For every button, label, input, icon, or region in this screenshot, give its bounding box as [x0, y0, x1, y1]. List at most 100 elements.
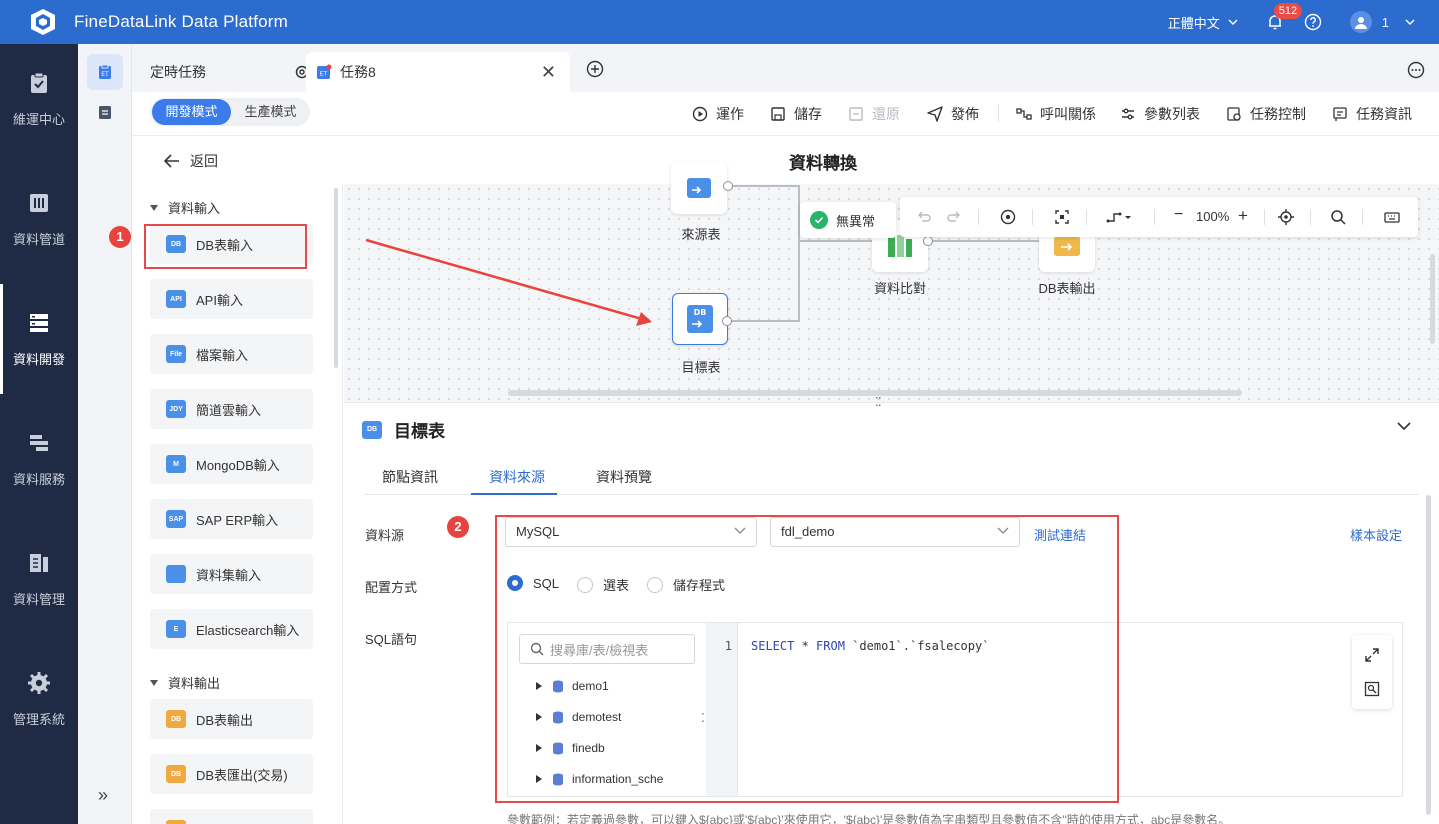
sample-settings-link[interactable]: 樣本設定: [1350, 525, 1402, 544]
nav-system-admin[interactable]: 管理系統: [0, 644, 78, 754]
tab-task8[interactable]: ET 任務8 ✕: [306, 52, 570, 92]
tab-scheduled-task[interactable]: 定時任務: [150, 52, 320, 92]
nav-ops-center[interactable]: 維運中心: [0, 44, 78, 154]
zoom-in-icon[interactable]: +: [1238, 206, 1248, 226]
zoom-out-icon[interactable]: −: [1174, 206, 1183, 224]
tab-node-info[interactable]: 節點資訊: [382, 467, 438, 487]
run-button[interactable]: 運作: [692, 104, 744, 124]
node-output-port[interactable]: [722, 316, 732, 326]
nav-data-service[interactable]: 資料服務: [0, 404, 78, 514]
user-avatar[interactable]: [1349, 11, 1372, 33]
node-output-port[interactable]: [923, 236, 933, 246]
language-selector[interactable]: 正體中文: [1168, 13, 1220, 32]
resize-handle-icon[interactable]: ⁚⁚: [875, 395, 882, 409]
nav-data-dev[interactable]: 資料開發: [0, 284, 78, 394]
tab-label: 定時任務: [150, 64, 206, 80]
node-source-table[interactable]: [671, 162, 727, 214]
caret-down-icon: [150, 679, 158, 686]
user-menu-chevron-icon[interactable]: [1405, 17, 1415, 27]
palette-item-label: 資料集輸入: [196, 567, 262, 583]
tab-data-source[interactable]: 資料來源: [489, 467, 545, 487]
chevron-down-icon[interactable]: [1228, 17, 1238, 27]
palette-api-input[interactable]: API API輸入: [150, 279, 313, 319]
notification-bell[interactable]: 512: [1266, 3, 1303, 31]
input-group-header[interactable]: 資料輸入: [150, 198, 220, 217]
search-icon[interactable]: [1330, 209, 1346, 225]
clipboard-icon: [99, 106, 111, 119]
format-icon[interactable]: [1364, 681, 1380, 697]
palette-elasticsearch-input[interactable]: E Elasticsearch輸入: [150, 609, 313, 649]
prod-mode-button[interactable]: 生產模式: [231, 99, 310, 125]
node-output-port[interactable]: [723, 181, 733, 191]
restore-button[interactable]: 還原: [848, 104, 900, 124]
palette-file-input[interactable]: File 檔案輸入: [150, 334, 313, 374]
more-icon[interactable]: [1407, 61, 1425, 79]
gear-icon: [28, 671, 50, 694]
canvas-status[interactable]: 無異常: [800, 202, 896, 238]
palette-mongodb-input[interactable]: M MongoDB輸入: [150, 444, 313, 484]
save-icon: [771, 107, 785, 121]
tab-data-preview[interactable]: 資料預覽: [596, 467, 652, 487]
dev-mode-button[interactable]: 開發模式: [152, 99, 231, 125]
step-marker-1-outer: 1: [109, 226, 131, 248]
add-tab-icon[interactable]: [586, 60, 604, 78]
zoom-level: 100%: [1196, 209, 1230, 224]
restore-icon: [849, 107, 863, 121]
close-icon[interactable]: ✕: [541, 62, 556, 83]
sub-sidebar: ET »: [78, 44, 132, 824]
panel-tabs: 節點資訊 資料來源 資料預覽: [364, 453, 1419, 495]
palette-db-export-transaction[interactable]: DB DB表匯出(交易): [150, 754, 313, 794]
flow-canvas[interactable]: 來源表 DB 目標表 資料比對 DB表輸出 無異常 − 100% +: [344, 162, 1439, 402]
nav-data-management[interactable]: 資料管理: [0, 524, 78, 634]
layout-icon[interactable]: [1106, 209, 1132, 225]
panel-header: DB 目標表: [362, 417, 445, 442]
node-label-compare: 資料比對: [873, 281, 926, 296]
nav-label: 管理系統: [12, 711, 65, 727]
call-relation-label: 呼叫關係: [1040, 106, 1096, 122]
param-list-label: 參數列表: [1144, 106, 1200, 122]
help-icon[interactable]: [1304, 13, 1322, 31]
panel-scrollbar[interactable]: [1426, 495, 1431, 815]
node-properties-panel: ⁚⁚ DB 目標表 節點資訊 資料來源 資料預覽 資料源 2 MySQL fdl…: [344, 395, 1439, 824]
user-name[interactable]: 1: [1382, 15, 1389, 30]
user-icon: [1354, 17, 1367, 29]
canvas-vertical-scrollbar[interactable]: [1430, 254, 1435, 344]
keyboard-icon[interactable]: [1384, 209, 1400, 225]
resource-button[interactable]: [87, 94, 123, 130]
group-label: 資料輸入: [168, 201, 221, 216]
top-bar: FineDataLink Data Platform 正體中文 512 1: [0, 0, 1439, 44]
dataset-icon: [166, 565, 186, 583]
toolbar-divider: [1362, 209, 1363, 225]
call-relation-button[interactable]: 呼叫關係: [1016, 104, 1096, 124]
restore-label: 還原: [872, 106, 900, 122]
task-tabs: 定時任務 ET 任務8 ✕: [132, 44, 1439, 92]
task-control-button[interactable]: 任務控制: [1226, 104, 1306, 124]
palette-icon[interactable]: [1000, 209, 1016, 225]
redo-icon[interactable]: [946, 209, 962, 225]
chevron-down-icon[interactable]: [1397, 421, 1411, 431]
param-list-button[interactable]: 參數列表: [1120, 104, 1200, 124]
undo-icon[interactable]: [916, 209, 932, 225]
palette-db-output[interactable]: DB DB表輸出: [150, 699, 313, 739]
expand-icon[interactable]: [1364, 647, 1380, 663]
output-group-header[interactable]: 資料輸出: [150, 673, 220, 692]
palette-sap-input[interactable]: SAP SAP ERP輸入: [150, 499, 313, 539]
db-output-icon: [1054, 236, 1080, 256]
parameter-hint: 參數範例：若定義過參數，可以鍵入${abc}或'${abc}'來使用它，'${a…: [507, 813, 1231, 824]
fit-view-icon[interactable]: [1054, 209, 1070, 225]
locate-icon[interactable]: [1278, 209, 1294, 225]
publish-button[interactable]: 發佈: [927, 104, 979, 124]
expand-sidebar-icon[interactable]: »: [98, 785, 108, 806]
back-button[interactable]: 返回: [164, 151, 218, 171]
task-info-button[interactable]: 任務資訊: [1332, 104, 1412, 124]
nav-data-pipeline[interactable]: 資料管道: [0, 164, 78, 274]
palette-scrollbar[interactable]: [334, 188, 338, 368]
highlight-box-step1: [144, 224, 307, 269]
palette-jiandaoyun-input[interactable]: JDY 簡道雲輸入: [150, 389, 313, 429]
palette-dataset-input[interactable]: 資料集輸入: [150, 554, 313, 594]
task-list-button[interactable]: ET: [87, 54, 123, 90]
palette-more-output[interactable]: [150, 809, 313, 824]
clipboard-check-icon: [31, 72, 47, 93]
node-target-table[interactable]: DB: [672, 293, 728, 345]
save-button[interactable]: 儲存: [770, 104, 822, 124]
